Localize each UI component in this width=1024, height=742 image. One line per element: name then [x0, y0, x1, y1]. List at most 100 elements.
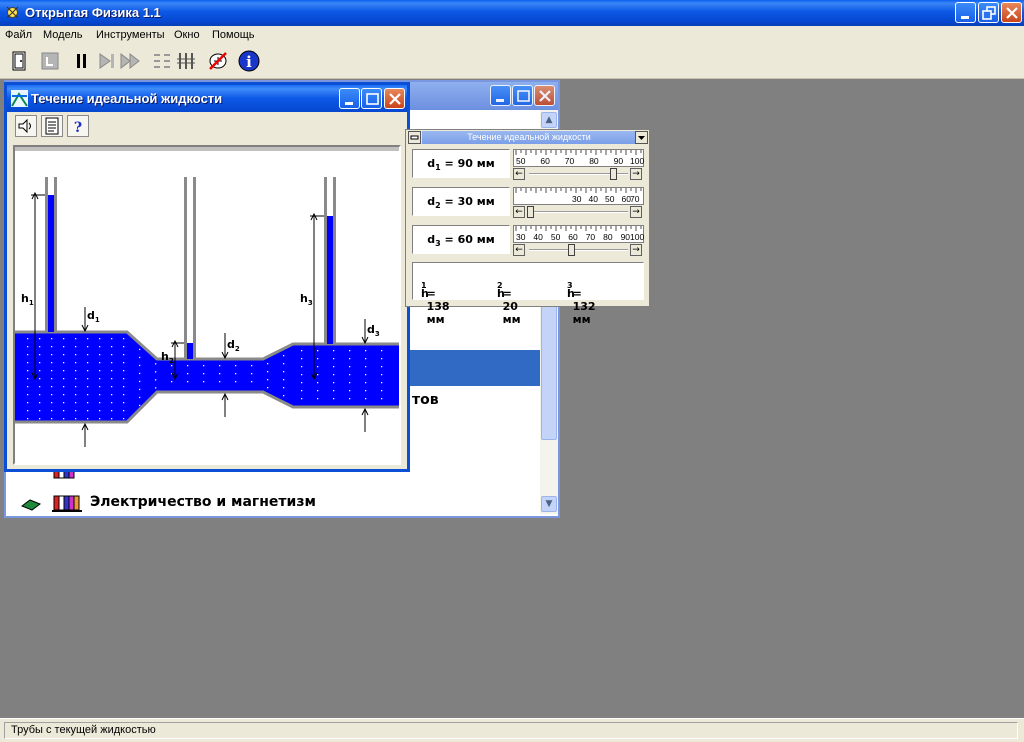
toolbar-tool1-button[interactable] [150, 49, 174, 73]
flow-particle [381, 398, 383, 400]
question-icon: ? [74, 120, 82, 136]
h2-value: h2 = 20 мм [497, 281, 521, 326]
flow-particle [87, 362, 89, 364]
app-title: Открытая Физика 1.1 [25, 5, 161, 20]
toolbar-step-back-button[interactable] [38, 49, 62, 73]
minimize-icon [961, 16, 969, 19]
slider-scale-label: 100 [630, 156, 645, 166]
flow-particle [139, 404, 141, 407]
main-toolbar: i [0, 45, 1024, 79]
slider-knob[interactable] [609, 168, 617, 180]
slider-track[interactable]: ← → [513, 206, 644, 218]
menubar: Файл Модель Инструменты Окно Помощь [0, 26, 1024, 45]
slider-left-arrow[interactable]: ← [513, 244, 525, 256]
toolbar-exit-button[interactable] [8, 49, 32, 73]
slider-track[interactable]: ← → [513, 244, 644, 256]
sim-document-button[interactable] [41, 115, 63, 137]
sim-sound-button[interactable] [15, 115, 37, 137]
chevron-down-icon [638, 136, 645, 140]
panel-minimize-button[interactable] [408, 131, 421, 144]
svg-text:?: ? [74, 120, 82, 136]
flow-particle [27, 354, 29, 356]
flow-particle [51, 386, 53, 388]
fluid-app-icon [11, 90, 28, 107]
slider-knob[interactable] [527, 206, 534, 218]
slider-left-arrow[interactable]: ← [513, 168, 525, 180]
flow-particle [123, 362, 125, 364]
panel-dropdown-button[interactable] [635, 131, 648, 144]
flow-particle [235, 365, 237, 367]
flow-particle [381, 390, 383, 392]
app-titlebar[interactable]: Открытая Физика 1.1 [0, 0, 1024, 26]
slider-track[interactable]: ← → [513, 168, 644, 180]
flow-particle [219, 381, 221, 383]
flow-particle [39, 362, 41, 364]
catalog-minimize-button[interactable] [490, 85, 511, 106]
close-button[interactable] [1001, 2, 1022, 23]
flow-particle [63, 354, 65, 356]
flow-particle [39, 410, 41, 412]
toolbar-step-button[interactable] [95, 49, 119, 73]
document-icon [45, 117, 59, 135]
param-d3-slider[interactable]: 30 40 50 60 70 80 90 100 ← → [513, 225, 644, 256]
slider-knob[interactable] [568, 244, 576, 256]
flow-particle [27, 378, 29, 380]
flow-particle [381, 374, 383, 376]
flow-particle [87, 386, 89, 388]
flow-particle [27, 362, 29, 364]
toolbar-pause-button[interactable] [70, 49, 94, 73]
sim-minimize-button[interactable] [339, 88, 360, 109]
menu-model[interactable]: Модель [43, 29, 82, 41]
flow-particle [87, 346, 89, 348]
sim-maximize-button[interactable] [361, 88, 382, 109]
flow-particle [99, 418, 101, 420]
menu-help[interactable]: Помощь [212, 29, 255, 41]
restore-button[interactable] [978, 2, 999, 23]
slider-left-arrow[interactable]: ← [513, 206, 525, 218]
menu-window[interactable]: Окно [174, 29, 200, 41]
sim-help-button[interactable]: ? [67, 115, 89, 137]
sim-close-button[interactable] [384, 88, 405, 109]
restore-icon [982, 6, 996, 20]
flow-particle [283, 395, 285, 397]
manometer-tube-3 [324, 177, 336, 344]
slider-right-arrow[interactable]: → [630, 244, 642, 256]
scroll-up-arrow[interactable]: ▲ [541, 112, 557, 128]
flow-particle [155, 379, 157, 381]
minimize-button[interactable] [955, 2, 976, 23]
status-text: Трубы с текущей жидкостью [4, 722, 1018, 739]
flow-particle [51, 378, 53, 380]
slider-scale-label: 30 [516, 232, 526, 242]
flow-particle [187, 381, 189, 383]
label-h3: h3 [300, 292, 313, 307]
flow-particle [27, 346, 29, 348]
menu-tools[interactable]: Инструменты [96, 29, 165, 41]
flow-particle [139, 348, 141, 351]
slider-right-arrow[interactable]: → [630, 206, 642, 218]
speaker-icon [18, 118, 31, 134]
toolbar-tool2-button[interactable] [174, 49, 198, 73]
slider-scale-label: 80 [603, 232, 613, 242]
toolbar-play-button[interactable] [118, 49, 142, 73]
flow-particle [349, 374, 351, 376]
menu-file[interactable]: Файл [5, 29, 32, 41]
flow-particle [99, 346, 101, 348]
flow-particle [51, 370, 53, 372]
catalog-maximize-button[interactable] [512, 85, 533, 106]
flow-particle [51, 362, 53, 364]
bars-icon [177, 53, 195, 69]
toolbar-info-button[interactable]: i [237, 49, 261, 73]
flow-particle [87, 338, 89, 340]
flow-particle [39, 346, 41, 348]
toolbar-sound-off-button[interactable] [206, 49, 230, 73]
scroll-down-arrow[interactable]: ▼ [541, 496, 557, 512]
simulation-titlebar[interactable]: Течение идеальной жидкости [7, 85, 407, 112]
list-item-electricity[interactable]: Электричество и магнетизм [90, 494, 316, 510]
flow-particle [155, 363, 157, 365]
param-d1-slider[interactable]: 50 60 70 80 90 100 ← → [513, 149, 644, 180]
catalog-close-button[interactable] [534, 85, 555, 106]
slider-right-arrow[interactable]: → [630, 168, 642, 180]
flow-particle [51, 418, 53, 420]
param-d2-slider[interactable]: 30 40 50 60 70 ← → [513, 187, 644, 218]
slider-scale: 50 60 70 80 90 100 [513, 149, 644, 167]
